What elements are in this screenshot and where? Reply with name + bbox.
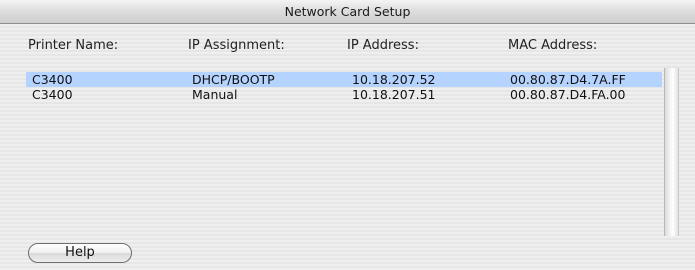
printer-name-cell: C3400 (32, 72, 73, 87)
column-header-ip-assignment: IP Assignment: (188, 38, 285, 53)
list-scrollbar[interactable] (664, 68, 679, 236)
ip-assignment-cell: Manual (192, 87, 238, 102)
mac-address-cell: 00.80.87.D4.FA.00 (510, 87, 626, 102)
ip-address-cell: 10.18.207.51 (352, 87, 436, 102)
column-header-printer-name: Printer Name: (28, 38, 119, 53)
mac-address-cell: 00.80.87.D4.7A.FF (510, 72, 626, 87)
table-row[interactable]: C3400 Manual 10.18.207.51 00.80.87.D4.FA… (26, 87, 662, 102)
column-header-ip-address: IP Address: (347, 38, 419, 53)
printer-list[interactable]: C3400 DHCP/BOOTP 10.18.207.52 00.80.87.D… (26, 68, 678, 236)
printer-name-cell: C3400 (32, 87, 73, 102)
ip-assignment-cell: DHCP/BOOTP (192, 72, 275, 87)
table-row[interactable]: C3400 DHCP/BOOTP 10.18.207.52 00.80.87.D… (26, 72, 662, 87)
help-button[interactable]: Help (28, 243, 132, 263)
column-header-mac-address: MAC Address: (508, 38, 598, 53)
window-title: Network Card Setup (284, 4, 411, 19)
ip-address-cell: 10.18.207.52 (352, 72, 436, 87)
window-title-bar[interactable]: Network Card Setup (0, 0, 695, 24)
